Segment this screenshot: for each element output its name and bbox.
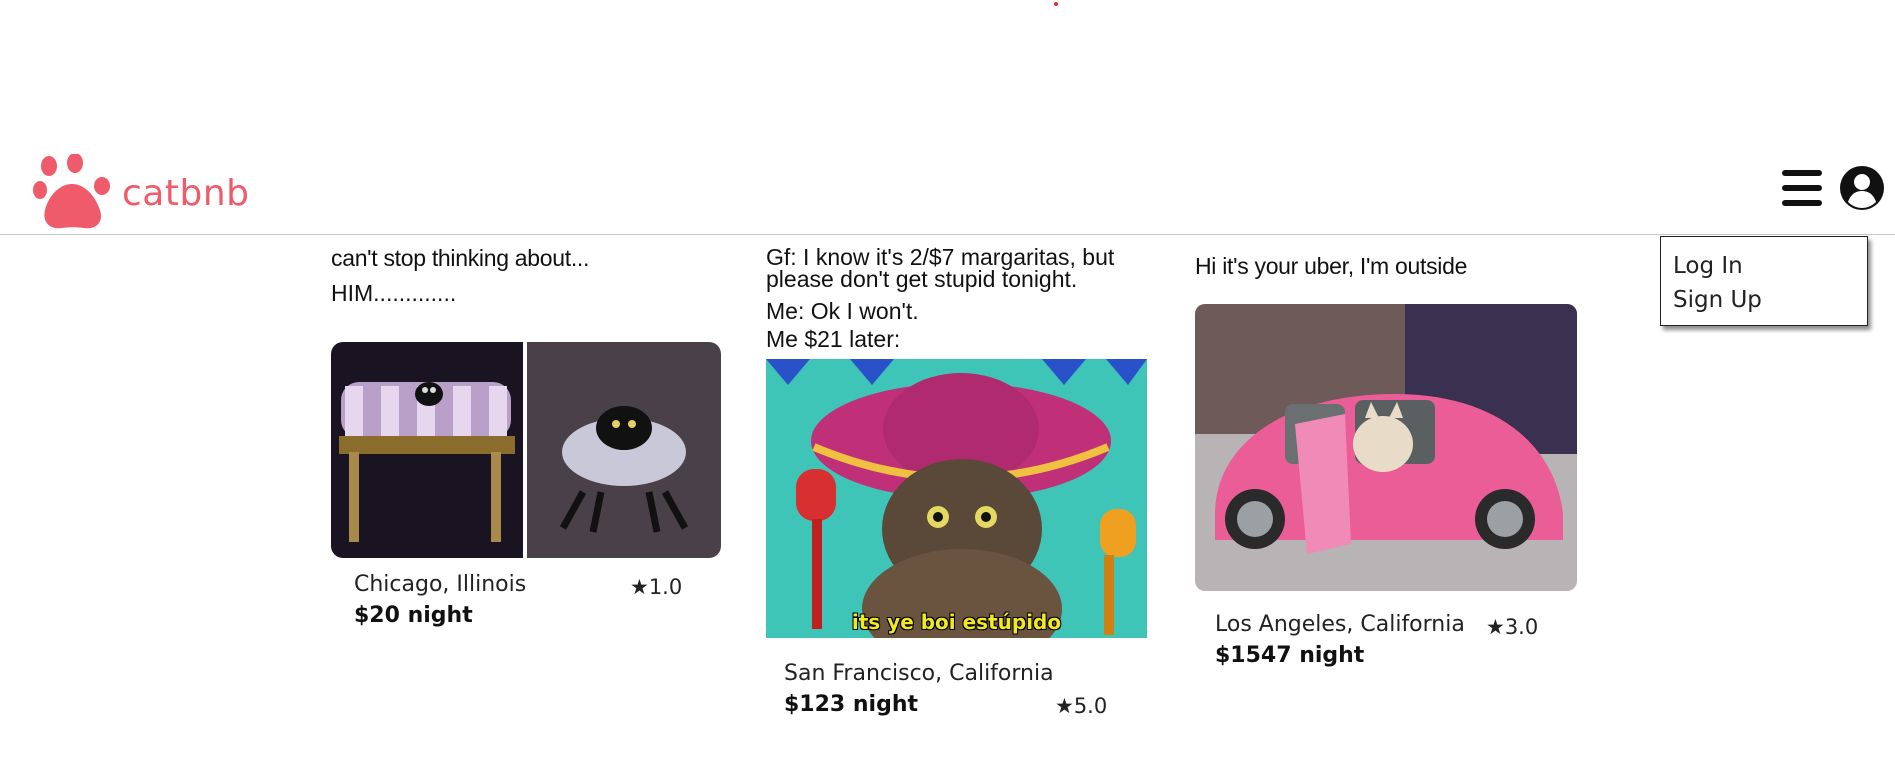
brand-name: catbnb [122, 172, 250, 214]
user-circle-icon[interactable] [1839, 165, 1885, 211]
listing-photo[interactable] [331, 342, 721, 558]
listing-location: Los Angeles, California [1215, 612, 1465, 637]
login-menu-item[interactable]: Log In [1661, 249, 1867, 283]
signup-menu-item[interactable]: Sign Up [1661, 283, 1867, 317]
listing-caption: can't stop thinking about... HIM........… [331, 245, 590, 306]
listing-rating: ★5.0 [1055, 694, 1108, 718]
header: catbnb [0, 150, 1895, 235]
listing-photo[interactable] [1195, 304, 1577, 591]
meme-text: its ye boi estúpido [851, 610, 1062, 634]
logo[interactable]: catbnb [32, 154, 250, 232]
listing-card-los-angeles[interactable]: Hi it's your uber, I'm outside Los Angel… [1195, 254, 1581, 674]
top-dot [1054, 2, 1058, 6]
listing-caption: Gf: I know it's 2/$7 margaritas, but ple… [766, 244, 1115, 352]
listing-caption: Hi it's your uber, I'm outside [1195, 253, 1468, 279]
listing-price: $123 night [784, 692, 919, 717]
hamburger-menu-icon[interactable] [1782, 170, 1822, 206]
listing-location: San Francisco, California [784, 661, 1054, 686]
listing-card-chicago[interactable]: can't stop thinking about... HIM........… [331, 246, 721, 636]
account-dropdown: Log In Sign Up [1660, 236, 1868, 326]
listing-photo[interactable]: its ye boi estúpido [766, 359, 1147, 638]
listing-card-san-francisco[interactable]: Gf: I know it's 2/$7 margaritas, but ple… [766, 246, 1148, 726]
listing-price: $1547 night [1215, 643, 1365, 668]
listing-location: Chicago, Illinois [354, 572, 527, 597]
paw-icon [33, 154, 110, 229]
listing-rating: ★1.0 [630, 575, 683, 599]
listing-rating: ★3.0 [1486, 615, 1539, 639]
listing-price: $20 night [354, 603, 473, 628]
